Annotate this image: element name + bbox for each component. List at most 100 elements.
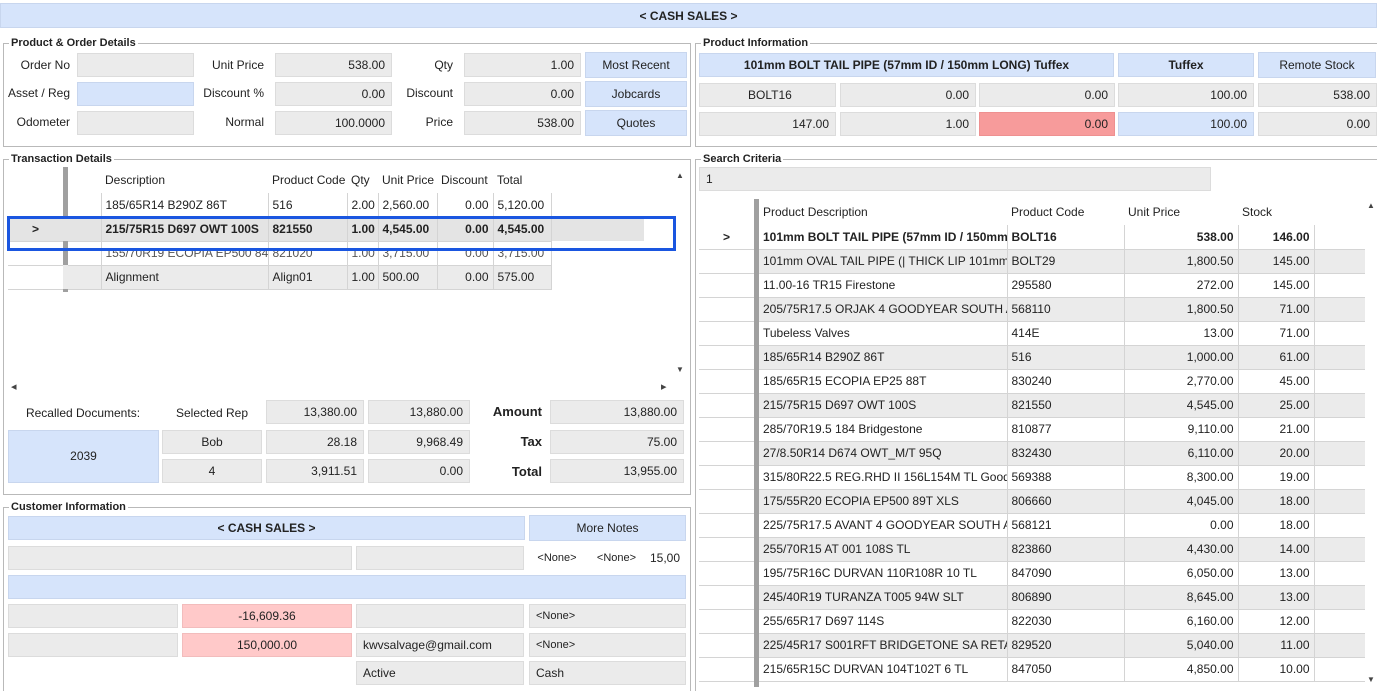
unit-price-field[interactable]: 538.00 (275, 53, 392, 77)
price-label: Price (425, 115, 453, 129)
customer-email[interactable]: kwvsalvage@gmail.com (356, 633, 524, 657)
more-notes-button[interactable]: More Notes (529, 515, 686, 541)
column-header[interactable]: Unit Price (378, 167, 437, 193)
scroll-right-arrow[interactable]: ▸ (661, 380, 667, 393)
normal-field[interactable]: 100.0000 (275, 111, 392, 135)
odometer-field[interactable] (77, 111, 194, 135)
cell-unit-price: 1,800.50 (1124, 297, 1239, 322)
search-row[interactable]: 195/75R16C DURVAN 110R108R 10 TL 847090 6,… (699, 561, 1365, 586)
scroll-up-arrow[interactable]: ▲ (1367, 201, 1375, 210)
customer-none-field[interactable]: <None> (529, 604, 686, 628)
customer-name: < CASH SALES > (8, 516, 525, 540)
scroll-left-arrow[interactable]: ◂ (11, 380, 17, 393)
transaction-grid[interactable]: Description Product Code Qty Unit Price … (8, 167, 670, 379)
quotes-button[interactable]: Quotes (585, 110, 687, 136)
column-header[interactable]: Product Description (759, 199, 1007, 225)
row-marker (699, 489, 754, 514)
customer-field (356, 604, 524, 628)
column-header[interactable]: Product Code (1007, 199, 1124, 225)
search-results-grid[interactable]: Product Description Product Code Unit Pr… (699, 199, 1365, 687)
transaction-header-row: Description Product Code Qty Unit Price … (8, 167, 644, 193)
search-row[interactable]: 101mm OVAL TAIL PIPE (| THICK LIP 101mm … (699, 249, 1365, 274)
discount-pct-label: Discount % (203, 86, 264, 100)
search-row[interactable]: 285/70R19.5 184 Bridgestone 810877 9,110.0… (699, 417, 1365, 442)
search-row[interactable]: 175/55R20 ECOPIA EP500 89T XLS 806660 4,04… (699, 489, 1365, 514)
search-row[interactable]: 245/40R19 TURANZA T005 94W SLT 806890 8,64… (699, 585, 1365, 610)
column-header[interactable]: Qty (347, 167, 378, 193)
search-row[interactable]: 11.00-16 TR15 Firestone 295580 272.00 145.0… (699, 273, 1365, 298)
search-row[interactable]: 215/65R15C DURVAN 104T102T 6 TL 847050 4,8… (699, 657, 1365, 682)
selected-rep-label: Selected Rep (175, 406, 249, 420)
search-row[interactable]: 27/8.50R14 D674 OWT_M/T 95Q 832430 6,110.0… (699, 441, 1365, 466)
product-info-cell: 1.00 (840, 112, 976, 136)
recalled-documents-label: Recalled Documents: (25, 406, 141, 420)
cell-description: 101mm OVAL TAIL PIPE (| THICK LIP 101mm … (759, 249, 1008, 274)
total-cell: 0.00 (368, 459, 470, 483)
row-marker (699, 393, 754, 418)
column-header[interactable]: Product Code (268, 167, 347, 193)
customer-payment-type[interactable]: Cash (529, 661, 686, 685)
customer-field (8, 633, 178, 657)
scroll-down-arrow[interactable]: ▼ (1367, 675, 1375, 684)
jobcards-button[interactable]: Jobcards (585, 81, 687, 107)
search-row[interactable]: Tubeless Valves 414E 13.00 71.00 (699, 321, 1365, 346)
scroll-up-arrow[interactable]: ▲ (676, 171, 684, 180)
cell-stock: 146.00 (1238, 225, 1315, 250)
row-marker (699, 369, 754, 394)
recalled-document-number[interactable]: 2039 (8, 430, 159, 483)
cell-stock: 13.00 (1238, 561, 1315, 586)
product-info-cell: 147.00 (699, 112, 836, 136)
row-marker (699, 273, 754, 298)
customer-credit-limit: 150,000.00 (182, 633, 352, 657)
column-header[interactable]: Description (101, 167, 268, 193)
cell-unit-price: 13.00 (1124, 321, 1239, 346)
remote-stock-button[interactable]: Remote Stock (1258, 52, 1376, 78)
cell-stock: 14.00 (1238, 537, 1315, 562)
product-info-legend: Product Information (701, 37, 811, 50)
cell-description: Alignment (101, 265, 269, 290)
search-row[interactable]: 225/75R17.5 AVANT 4 GOODYEAR SOUTH AFRI 5… (699, 513, 1365, 538)
cell-stock: 18.00 (1238, 489, 1315, 514)
search-input[interactable]: 1 (699, 167, 1211, 191)
discount-field[interactable]: 0.00 (464, 82, 581, 106)
search-row[interactable]: 225/45R17 S001RFT BRIDGETONE SA RETAIL (… (699, 633, 1365, 658)
cell-stock: 10.00 (1238, 657, 1315, 682)
discount-pct-field[interactable]: 0.00 (275, 82, 392, 106)
selected-rep-field[interactable]: Bob (162, 430, 262, 454)
search-row-selected[interactable]: >101mm BOLT TAIL PIPE (57mm ID / 150mm L… (699, 225, 1365, 250)
price-field[interactable]: 538.00 (464, 111, 581, 135)
search-row[interactable]: 315/80R22.5 REG.RHD II 156L154M TL Goody… (699, 465, 1365, 490)
scroll-down-arrow[interactable]: ▼ (676, 365, 684, 374)
cell-code: 821550 (1007, 393, 1125, 418)
column-header[interactable]: Unit Price (1124, 199, 1238, 225)
cell-unit-price: 1,800.50 (1124, 249, 1239, 274)
most-recent-button[interactable]: Most Recent (585, 52, 687, 78)
search-row[interactable]: 185/65R14 B290Z 86T 516 1,000.00 61.00 (699, 345, 1365, 370)
order-no-field[interactable] (77, 53, 194, 77)
table-row[interactable]: Alignment Align01 1.00 500.00 0.00 575.0… (8, 265, 644, 290)
customer-field[interactable] (8, 546, 352, 570)
cell-description: 225/45R17 S001RFT BRIDGETONE SA RETAIL ( (759, 633, 1008, 658)
column-header[interactable]: Discount (437, 167, 493, 193)
cell-description: 225/75R17.5 AVANT 4 GOODYEAR SOUTH AFRI (759, 513, 1008, 538)
search-row[interactable]: 215/75R15 D697 OWT 100S 821550 4,545.00 25.… (699, 393, 1365, 418)
customer-none-field[interactable]: <None> (529, 633, 686, 657)
customer-field[interactable] (356, 546, 524, 570)
qty-field[interactable]: 1.00 (464, 53, 581, 77)
asset-reg-field[interactable] (77, 82, 194, 106)
search-header-row: Product Description Product Code Unit Pr… (699, 199, 1365, 225)
page-title: < CASH SALES > (0, 3, 1377, 28)
search-row[interactable]: 255/70R15 AT 001 108S TL 823860 4,430.00 14… (699, 537, 1365, 562)
tax-label: Tax (520, 434, 542, 449)
cell-stock: 145.00 (1238, 273, 1315, 298)
search-row[interactable]: 255/65R17 D697 114S 822030 6,160.00 12.00 (699, 609, 1365, 634)
cell-unit-price: 538.00 (1124, 225, 1239, 250)
customer-address-field[interactable] (8, 575, 686, 599)
table-row[interactable]: 185/65R14 B290Z 86T 516 2.00 2,560.00 0.… (8, 193, 644, 218)
search-row[interactable]: 185/65R15 ECOPIA EP25 88T 830240 2,770.00 4… (699, 369, 1365, 394)
cell-stock: 25.00 (1238, 393, 1315, 418)
column-header[interactable]: Total (493, 167, 551, 193)
search-row[interactable]: 205/75R17.5 ORJAK 4 GOODYEAR SOUTH AFRI 5… (699, 297, 1365, 322)
column-header[interactable]: Stock (1238, 199, 1314, 225)
total-cell: 3,911.51 (266, 459, 364, 483)
